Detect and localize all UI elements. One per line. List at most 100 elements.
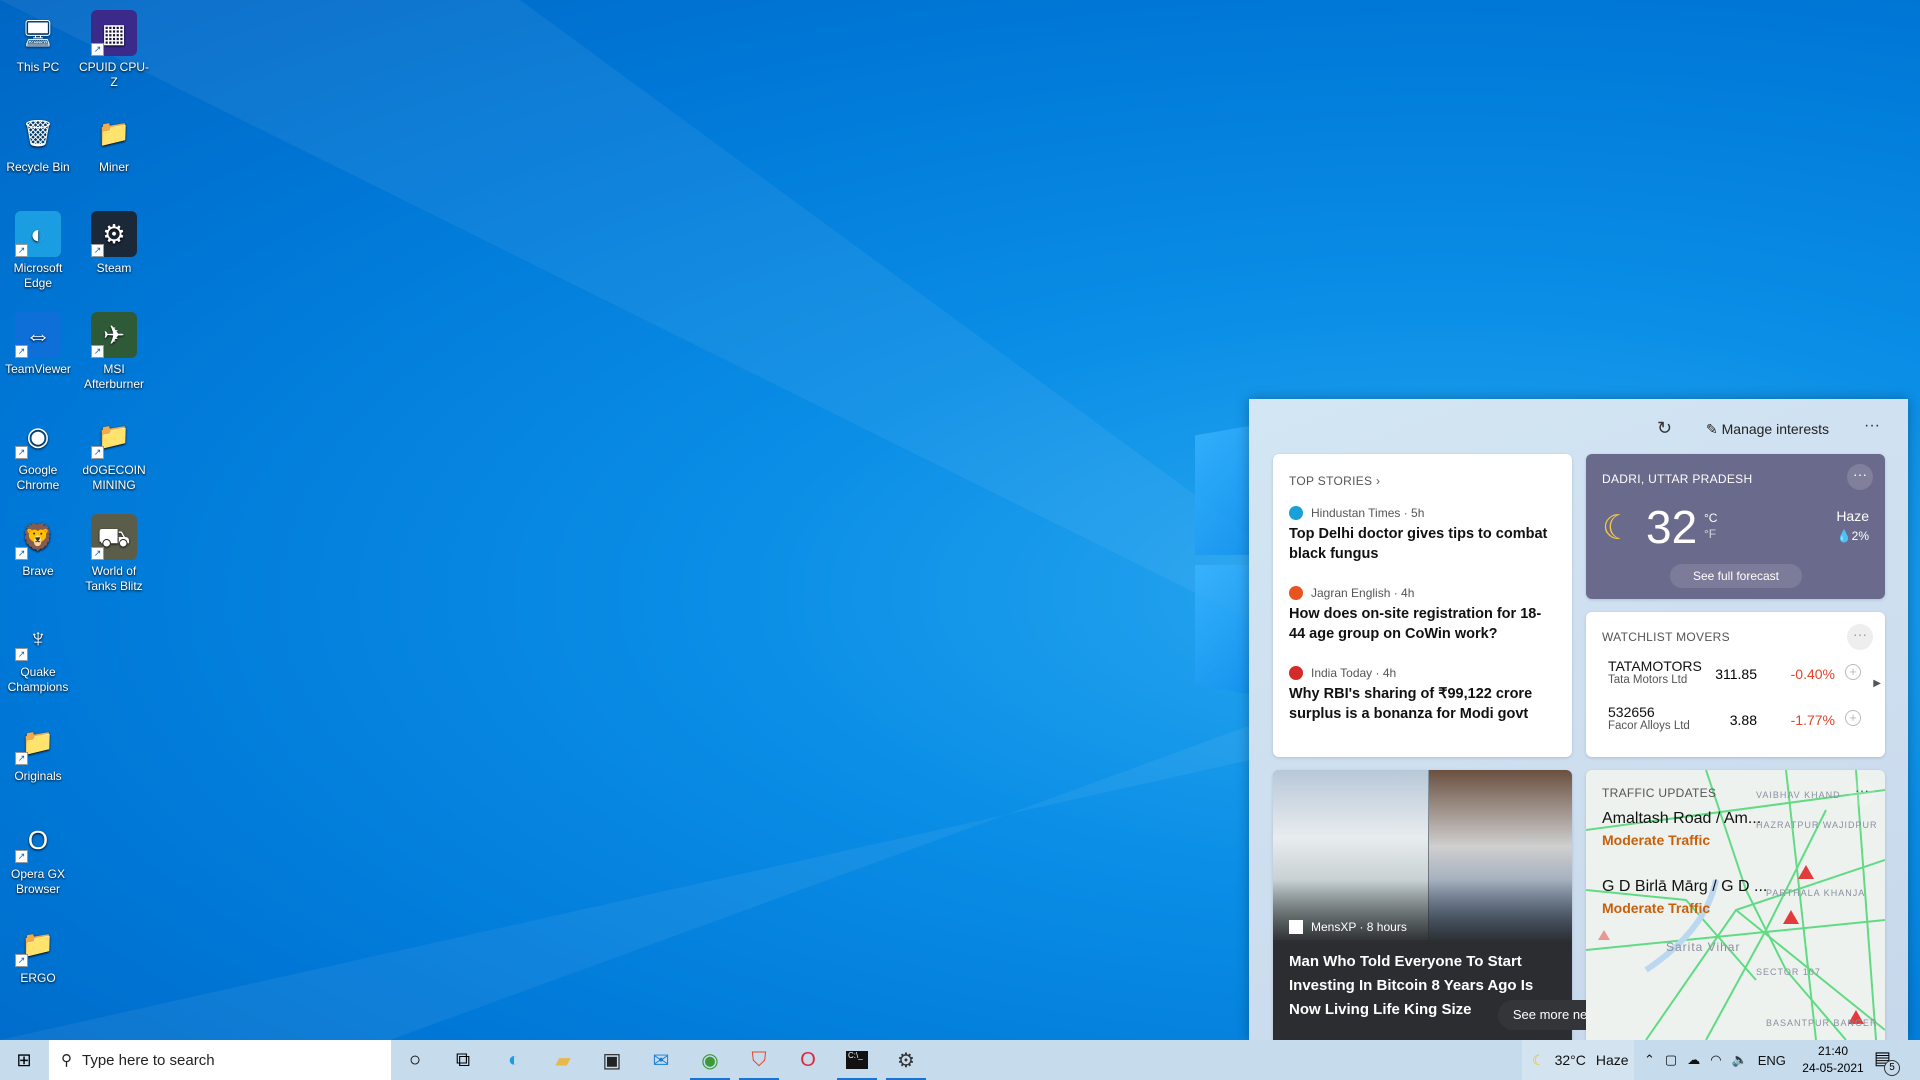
taskbar-store[interactable]: ▣ xyxy=(588,1040,636,1080)
add-to-watchlist-icon[interactable]: + xyxy=(1845,664,1861,680)
desktop-icon[interactable]: ▦ ↗ CPUID CPU-Z xyxy=(76,10,152,90)
see-full-forecast-button[interactable]: See full forecast xyxy=(1670,564,1802,588)
map-label: BASANTPUR BANGER xyxy=(1766,1018,1878,1028)
desktop-icon[interactable]: 📁 ↗ ERGO xyxy=(0,921,76,986)
shortcut-arrow-icon: ↗ xyxy=(15,648,28,661)
desktop-icon[interactable]: 📁 Miner xyxy=(76,110,152,175)
desktop-icon-label: Opera GX Browser xyxy=(10,867,66,896)
recycle-bin-icon: 🗑 xyxy=(21,117,55,148)
manage-interests-button[interactable]: ✎ Manage interests xyxy=(1706,421,1829,438)
taskbar-edge[interactable]: ◐ xyxy=(490,1040,538,1080)
desktop-icon-label: ERGO xyxy=(20,971,56,985)
search-icon: ⚲ xyxy=(61,1052,72,1069)
route-name: G D Birlā Mārg / G D ... xyxy=(1602,878,1768,895)
desktop-icon[interactable]: ⇔ ↗ TeamViewer xyxy=(0,312,76,377)
map-label: PARTHALA KHANJA xyxy=(1766,888,1866,898)
taskbar-opera-gx[interactable]: O xyxy=(784,1040,832,1080)
shortcut-arrow-icon: ↗ xyxy=(91,446,104,459)
top-stories-header[interactable]: TOP STORIES › xyxy=(1289,474,1556,488)
traffic-more-button[interactable]: ··· xyxy=(1849,780,1875,806)
story-source: India Today · 4h xyxy=(1289,666,1556,680)
story-item[interactable]: Jagran English · 4h How does on-site regi… xyxy=(1289,586,1556,644)
add-to-watchlist-icon[interactable]: + xyxy=(1845,710,1861,726)
map-label: SECTOR 107 xyxy=(1756,967,1821,977)
desktop-icon[interactable]: 🗑 Recycle Bin xyxy=(0,110,76,175)
panel-more-button[interactable]: ··· xyxy=(1864,417,1880,435)
story-item[interactable]: India Today · 4h Why RBI's sharing of ₹99… xyxy=(1289,666,1556,724)
cortana-button[interactable]: ○ xyxy=(391,1040,439,1080)
weather-more-button[interactable]: ··· xyxy=(1847,464,1873,490)
story-title: How does on-site registration for 18-44 … xyxy=(1289,606,1542,642)
world-of-tanks-icon: ⛟ ↗ xyxy=(91,514,137,560)
stock-row[interactable]: 532656 Facor Alloys Ltd 3.88 -1.77% + xyxy=(1602,704,1869,750)
fahrenheit-toggle[interactable]: °F xyxy=(1704,526,1717,542)
story-source: Jagran English · 4h xyxy=(1289,586,1556,600)
traffic-card[interactable]: Sarita Vihar VAIBHAV KHAND HAZRATPUR WAJID… xyxy=(1586,770,1885,1040)
desktop-icon[interactable]: 🦁 ↗ Brave xyxy=(0,514,76,579)
desktop-icon[interactable]: ⚙ ↗ Steam xyxy=(76,211,152,276)
action-center-button[interactable]: ▤ 5 xyxy=(1874,1048,1900,1076)
desktop-icon-label: World of Tanks Blitz xyxy=(85,564,143,593)
story-source: Hindustan Times · 5h xyxy=(1289,506,1556,520)
publisher-logo-icon xyxy=(1289,586,1303,600)
mail-icon: ✉ xyxy=(652,1049,670,1072)
map-label: VAIBHAV KHAND xyxy=(1756,790,1841,800)
desktop-icon-label: MSI Afterburner xyxy=(83,362,145,391)
desktop-icon[interactable]: 📁 ↗ dOGECOIN MINING xyxy=(76,413,152,493)
clock[interactable]: 21:40 24-05-2021 xyxy=(1800,1043,1866,1077)
gear-icon: ⚙ xyxy=(897,1049,915,1072)
publisher-logo-icon xyxy=(1289,506,1303,520)
volume-icon[interactable]: 🔈 xyxy=(1732,1052,1748,1068)
traffic-route[interactable]: G D Birlā Mārg / G D ... Moderate Traffic xyxy=(1602,878,1767,916)
desktop-icon[interactable]: ◐ ↗ Microsoft Edge xyxy=(0,211,76,291)
weather-card[interactable]: DADRI, UTTAR PRADESH ··· ☾ 32 °C °F Haze… xyxy=(1586,454,1885,599)
desktop-icon[interactable]: ✈ ↗ MSI Afterburner xyxy=(76,312,152,392)
desktop-icon[interactable]: ⛟ ↗ World of Tanks Blitz xyxy=(76,514,152,594)
watchlist-more-button[interactable]: ··· xyxy=(1847,624,1873,650)
desktop-icon-label: TeamViewer xyxy=(5,362,71,376)
edge-icon: ◐ ↗ xyxy=(15,211,61,257)
shortcut-arrow-icon: ↗ xyxy=(15,954,28,967)
desktop-icon-label: Google Chrome xyxy=(16,463,60,492)
taskbar-terminal[interactable]: C:\_ xyxy=(833,1040,881,1080)
language-indicator[interactable]: ENG xyxy=(1758,1053,1786,1068)
chrome-icon: ◉ ↗ xyxy=(15,413,61,459)
top-stories-card: TOP STORIES › Hindustan Times · 5h Top De… xyxy=(1273,454,1572,757)
wifi-icon[interactable]: ◠ xyxy=(1710,1052,1721,1068)
taskbar-chrome[interactable]: ◉ xyxy=(686,1040,734,1080)
refresh-icon[interactable]: ↻ xyxy=(1657,418,1672,439)
taskbar-file-explorer[interactable]: ▰ xyxy=(539,1040,587,1080)
onedrive-icon[interactable]: ☁ xyxy=(1687,1052,1700,1068)
edge-icon: ◐ xyxy=(507,1048,521,1071)
task-view-button[interactable]: ⧉ xyxy=(439,1040,487,1080)
story-item[interactable]: Hindustan Times · 5h Top Delhi doctor giv… xyxy=(1289,506,1556,564)
shortcut-arrow-icon: ↗ xyxy=(91,43,104,56)
weather-widget-button[interactable]: ☾ 32°C Haze xyxy=(1522,1040,1634,1080)
show-hidden-icons-chevron[interactable]: ⌃ xyxy=(1644,1052,1655,1068)
celsius-toggle[interactable]: °C xyxy=(1704,510,1717,526)
next-arrow-icon[interactable]: ▶ xyxy=(1873,678,1881,689)
brave-icon: 🦁 ↗ xyxy=(15,514,61,560)
stock-price: 3.88 xyxy=(1729,712,1757,728)
taskbar-mail[interactable]: ✉ xyxy=(637,1040,685,1080)
traffic-route[interactable]: Amaltash Road / Am... Moderate Traffic xyxy=(1602,810,1767,848)
desktop-icon[interactable]: 📁 ↗ Originals xyxy=(0,719,76,784)
stock-row[interactable]: TATAMOTORS Tata Motors Ltd 311.85 -0.40% + xyxy=(1602,658,1869,704)
story-title: Why RBI's sharing of ₹99,122 crore surpl… xyxy=(1289,686,1533,722)
start-button[interactable]: ⊞ xyxy=(0,1040,48,1080)
desktop-icon[interactable]: O ↗ Opera GX Browser xyxy=(0,817,76,897)
search-box[interactable]: ⚲ Type here to search xyxy=(49,1040,391,1080)
shortcut-arrow-icon: ↗ xyxy=(15,446,28,459)
taskbar-settings[interactable]: ⚙ xyxy=(882,1040,930,1080)
stock-change: -1.77% xyxy=(1790,712,1835,728)
notification-badge: 5 xyxy=(1884,1060,1900,1076)
taskbar-brave[interactable]: ⛉ xyxy=(735,1040,783,1080)
watchlist-header: WATCHLIST MOVERS xyxy=(1602,630,1730,644)
meet-now-icon[interactable]: ▢ xyxy=(1665,1052,1677,1068)
desktop-icon[interactable]: ◉ ↗ Google Chrome xyxy=(0,413,76,493)
pencil-icon: ✎ xyxy=(1706,421,1718,437)
shortcut-arrow-icon: ↗ xyxy=(91,345,104,358)
folder-icon: 📁 xyxy=(97,117,131,148)
desktop-icon[interactable]: ♆ ↗ Quake Champions xyxy=(0,615,76,695)
desktop-icon[interactable]: 🖥 This PC xyxy=(0,10,76,75)
